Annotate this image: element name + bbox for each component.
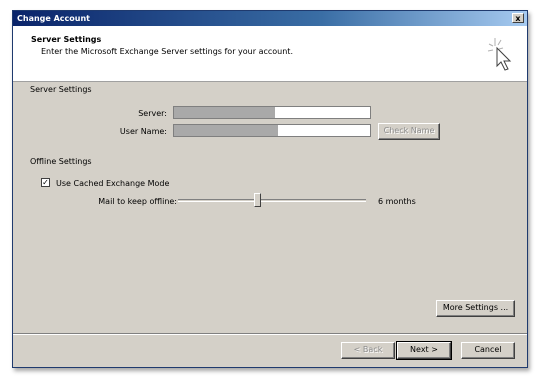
- offline-settings-heading: Offline Settings: [30, 157, 92, 166]
- cached-mode-checkbox[interactable]: ✓: [41, 178, 50, 187]
- page-subtitle: Enter the Microsoft Exchange Server sett…: [41, 47, 293, 56]
- server-settings-heading: Server Settings: [30, 85, 92, 94]
- window-title: Change Account: [17, 14, 90, 23]
- server-label: Server:: [138, 109, 167, 118]
- check-name-button[interactable]: Check Name: [378, 123, 440, 140]
- username-label: User Name:: [119, 127, 167, 136]
- page-title: Server Settings: [31, 35, 102, 44]
- more-settings-button[interactable]: More Settings ...: [436, 300, 515, 317]
- mail-offline-slider-track[interactable]: [178, 199, 366, 202]
- wizard-cursor-icon: [487, 38, 512, 71]
- server-value-redacted: [174, 107, 275, 118]
- username-field[interactable]: [173, 124, 371, 137]
- footer-separator: [13, 333, 527, 335]
- username-value-redacted: [174, 125, 278, 136]
- close-button[interactable]: x: [512, 13, 524, 23]
- mail-offline-label: Mail to keep offline:: [98, 197, 177, 206]
- change-account-dialog: Change Account x Server Settings Enter t…: [12, 10, 528, 368]
- title-bar: Change Account x: [13, 11, 527, 26]
- wizard-header: Server Settings Enter the Microsoft Exch…: [13, 26, 527, 82]
- mail-offline-slider-thumb[interactable]: [253, 193, 261, 207]
- mail-offline-value: 6 months: [378, 197, 416, 206]
- cached-mode-label: Use Cached Exchange Mode: [56, 179, 170, 188]
- back-button[interactable]: < Back: [341, 342, 395, 359]
- cancel-button[interactable]: Cancel: [461, 342, 515, 359]
- checkmark-icon: ✓: [42, 178, 49, 187]
- server-field[interactable]: [173, 106, 371, 119]
- next-button[interactable]: Next >: [396, 341, 452, 360]
